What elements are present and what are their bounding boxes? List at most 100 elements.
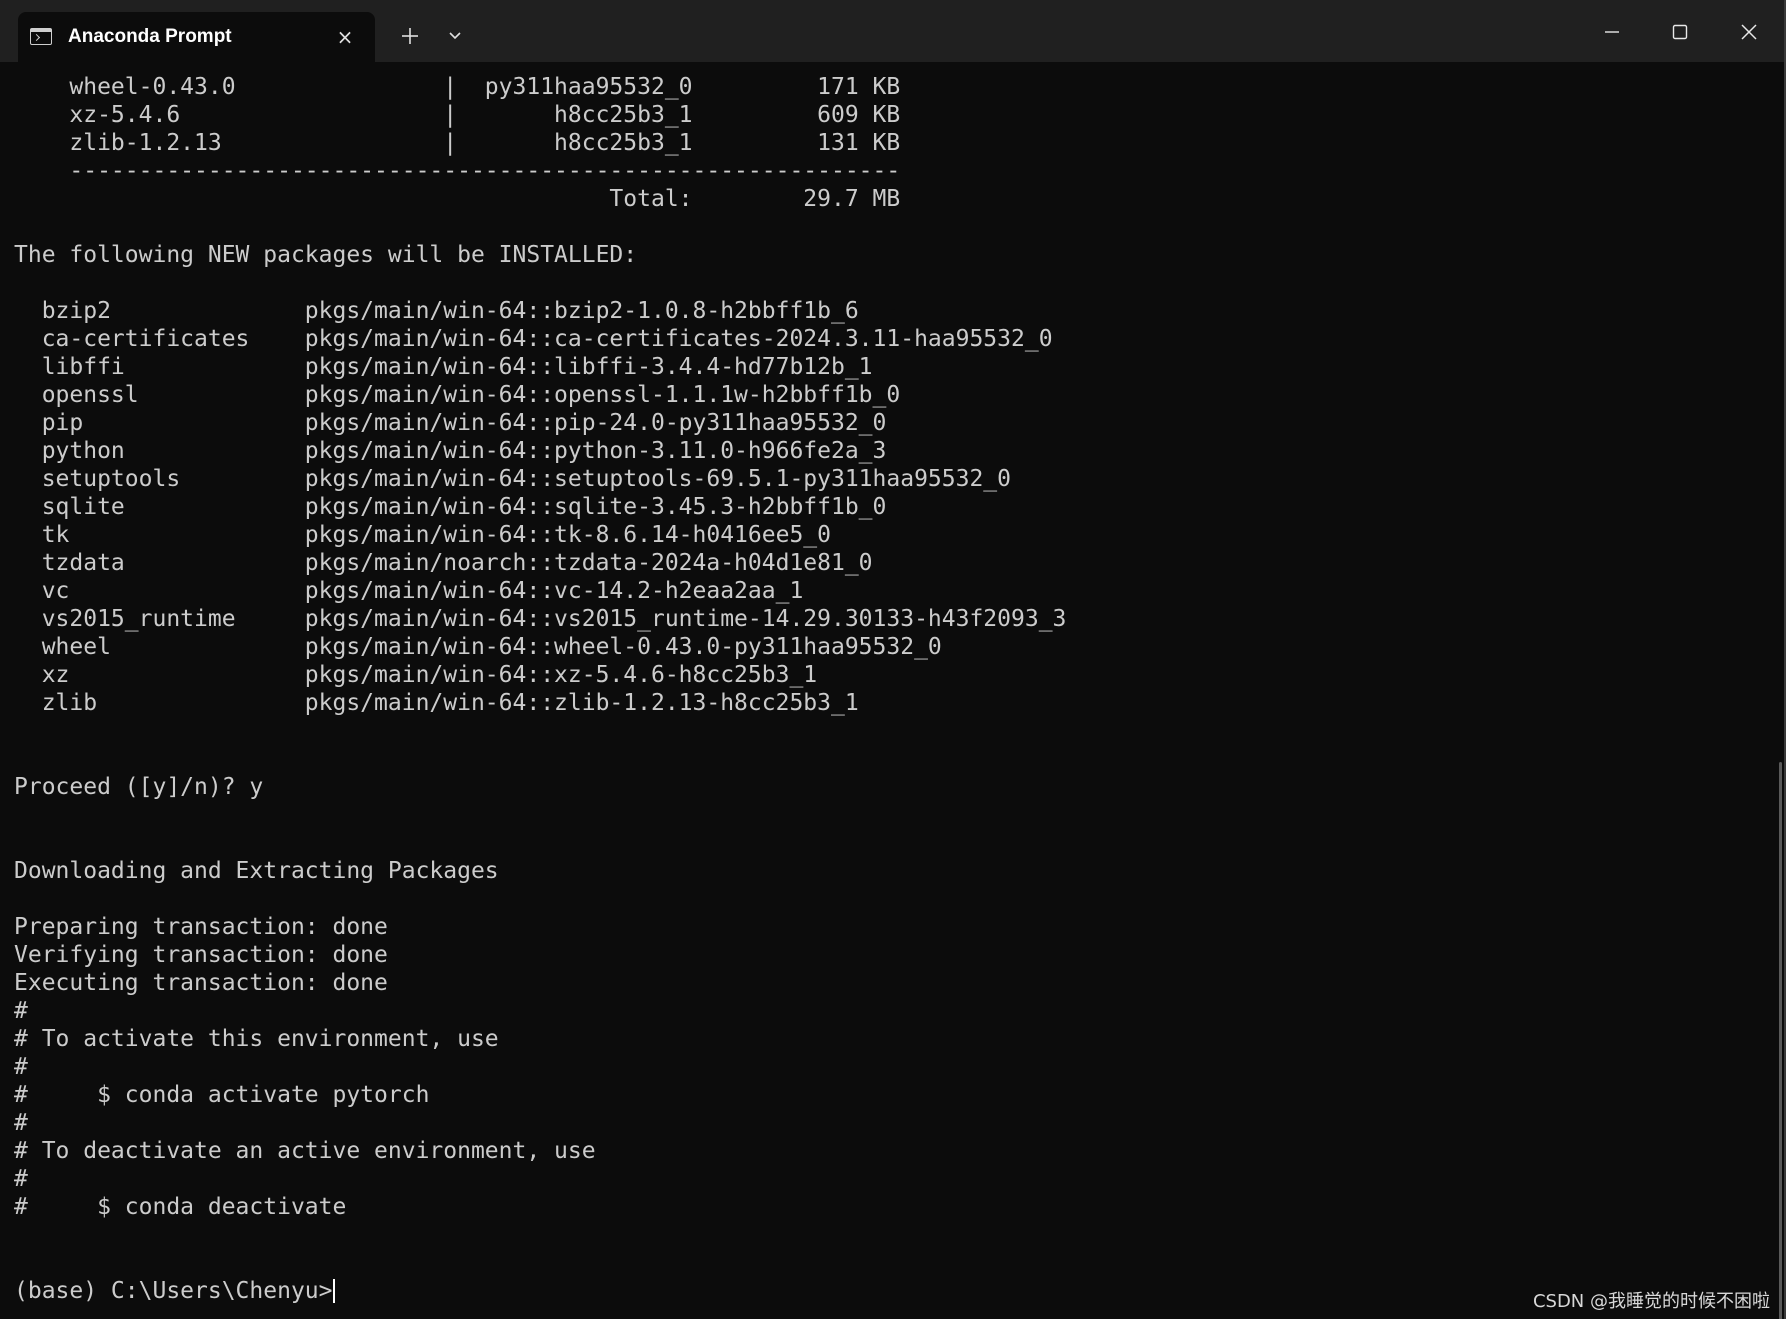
command-prompt: (base) C:\Users\Chenyu> [14,1277,1066,1305]
terminal-line-text: xz pkgs/main/win-64::xz-5.4.6-h8cc25b3_1 [14,662,818,688]
terminal-line-text: zlib pkgs/main/win-64::zlib-1.2.13-h8cc2… [14,690,859,716]
terminal-line: pip pkgs/main/win-64::pip-24.0-py311haa9… [14,409,1066,437]
terminal-line-text: Preparing transaction: done [14,914,388,940]
terminal-line: # [14,1165,1066,1193]
tab-close-icon[interactable]: × [332,24,358,50]
maximize-icon [1672,24,1688,40]
new-tab-button[interactable] [390,16,430,56]
minimize-icon [1605,31,1619,33]
terminal-line-text: tk pkgs/main/win-64::tk-8.6.14-h0416ee5_… [14,522,831,548]
terminal-line-text: Executing transaction: done [14,970,388,996]
tab-anaconda-prompt[interactable]: Anaconda Prompt × [18,12,375,62]
terminal-line-text: Total: 29.7 MB [14,186,901,212]
terminal-line: # [14,997,1066,1025]
terminal-line-text: # To deactivate an active environment, u… [14,1138,596,1164]
terminal-line-text: Verifying transaction: done [14,942,388,968]
terminal-line: zlib pkgs/main/win-64::zlib-1.2.13-h8cc2… [14,689,1066,717]
terminal-line: tzdata pkgs/main/noarch::tzdata-2024a-h0… [14,549,1066,577]
terminal-line-text: vs2015_runtime pkgs/main/win-64::vs2015_… [14,606,1067,632]
terminal-icon [30,28,52,45]
terminal-line-text: tzdata pkgs/main/noarch::tzdata-2024a-h0… [14,550,873,576]
terminal-line-text: vc pkgs/main/win-64::vc-14.2-h2eaa2aa_1 [14,578,804,604]
terminal-window: Anaconda Prompt × wheel-0.43.0 | py311ha… [0,0,1786,1319]
tab-title: Anaconda Prompt [68,26,232,47]
terminal-line-text: # [14,998,28,1024]
text-cursor [332,1279,335,1303]
terminal-line-text: ca-certificates pkgs/main/win-64::ca-cer… [14,326,1053,352]
terminal-text: wheel-0.43.0 | py311haa95532_0 171 KB xz… [14,73,1066,1305]
terminal-line: # [14,1109,1066,1137]
terminal-line-text: # To activate this environment, use [14,1026,499,1052]
terminal-line: # To activate this environment, use [14,1025,1066,1053]
terminal-line: Total: 29.7 MB [14,185,1066,213]
terminal-line: libffi pkgs/main/win-64::libffi-3.4.4-hd… [14,353,1066,381]
close-window-button[interactable] [1719,8,1779,56]
terminal-line: openssl pkgs/main/win-64::openssl-1.1.1w… [14,381,1066,409]
terminal-line-text: # $ conda activate pytorch [14,1082,430,1108]
maximize-button[interactable] [1650,8,1710,56]
terminal-line: wheel pkgs/main/win-64::wheel-0.43.0-py3… [14,633,1066,661]
minimize-button[interactable] [1582,8,1642,56]
terminal-line: # $ conda deactivate [14,1193,1066,1221]
terminal-line: Verifying transaction: done [14,941,1066,969]
chevron-down-icon [449,32,461,40]
terminal-line-text: zlib-1.2.13 | h8cc25b3_1 131 KB [14,130,901,156]
terminal-line-text: # $ conda deactivate [14,1194,347,1220]
terminal-line: xz pkgs/main/win-64::xz-5.4.6-h8cc25b3_1 [14,661,1066,689]
terminal-line: tk pkgs/main/win-64::tk-8.6.14-h0416ee5_… [14,521,1066,549]
terminal-line: Preparing transaction: done [14,913,1066,941]
terminal-line: # $ conda activate pytorch [14,1081,1066,1109]
terminal-line: setuptools pkgs/main/win-64::setuptools-… [14,465,1066,493]
terminal-line-text: pip pkgs/main/win-64::pip-24.0-py311haa9… [14,410,887,436]
watermark-text: CSDN @我睡觉的时候不困啦 [1532,1291,1770,1312]
terminal-line-text: Proceed ([y]/n)? y [14,774,264,800]
terminal-line: vc pkgs/main/win-64::vc-14.2-h2eaa2aa_1 [14,577,1066,605]
tab-dropdown-button[interactable] [435,16,475,56]
terminal-line-text: # [14,1110,28,1136]
terminal-line: python pkgs/main/win-64::python-3.11.0-h… [14,437,1066,465]
terminal-line: xz-5.4.6 | h8cc25b3_1 609 KB [14,101,1066,129]
terminal-line-text: wheel pkgs/main/win-64::wheel-0.43.0-py3… [14,634,942,660]
terminal-output[interactable]: wheel-0.43.0 | py311haa95532_0 171 KB xz… [0,62,1772,1319]
terminal-line: bzip2 pkgs/main/win-64::bzip2-1.0.8-h2bb… [14,297,1066,325]
terminal-line-text: Downloading and Extracting Packages [14,858,499,884]
terminal-line: ca-certificates pkgs/main/win-64::ca-cer… [14,325,1066,353]
terminal-line: wheel-0.43.0 | py311haa95532_0 171 KB [14,73,1066,101]
terminal-line: Executing transaction: done [14,969,1066,997]
scrollbar-thumb[interactable] [1779,762,1782,1319]
terminal-line: Proceed ([y]/n)? y [14,773,1066,801]
terminal-line: The following NEW packages will be INSTA… [14,241,1066,269]
terminal-line: Downloading and Extracting Packages [14,857,1066,885]
terminal-line: sqlite pkgs/main/win-64::sqlite-3.45.3-h… [14,493,1066,521]
terminal-line: # [14,1053,1066,1081]
terminal-line-text: The following NEW packages will be INSTA… [14,242,638,268]
terminal-line-text: # [14,1054,28,1080]
terminal-line-text: # [14,1166,28,1192]
terminal-line: ----------------------------------------… [14,157,1066,185]
terminal-line: # To deactivate an active environment, u… [14,1137,1066,1165]
terminal-line-text: wheel-0.43.0 | py311haa95532_0 171 KB [14,74,901,100]
terminal-line-text: sqlite pkgs/main/win-64::sqlite-3.45.3-h… [14,494,887,520]
terminal-line-text: bzip2 pkgs/main/win-64::bzip2-1.0.8-h2bb… [14,298,859,324]
terminal-line: zlib-1.2.13 | h8cc25b3_1 131 KB [14,129,1066,157]
terminal-line-text: ----------------------------------------… [14,158,901,184]
close-icon [1741,24,1757,40]
terminal-line-text: (base) C:\Users\Chenyu> [14,1278,333,1304]
title-bar: Anaconda Prompt × [0,0,1786,62]
terminal-line-text: setuptools pkgs/main/win-64::setuptools-… [14,466,1011,492]
terminal-line-text: libffi pkgs/main/win-64::libffi-3.4.4-hd… [14,354,873,380]
plus-icon [402,28,418,44]
terminal-line-text: xz-5.4.6 | h8cc25b3_1 609 KB [14,102,901,128]
terminal-line-text: python pkgs/main/win-64::python-3.11.0-h… [14,438,887,464]
terminal-line: vs2015_runtime pkgs/main/win-64::vs2015_… [14,605,1067,633]
terminal-line-text: openssl pkgs/main/win-64::openssl-1.1.1w… [14,382,901,408]
